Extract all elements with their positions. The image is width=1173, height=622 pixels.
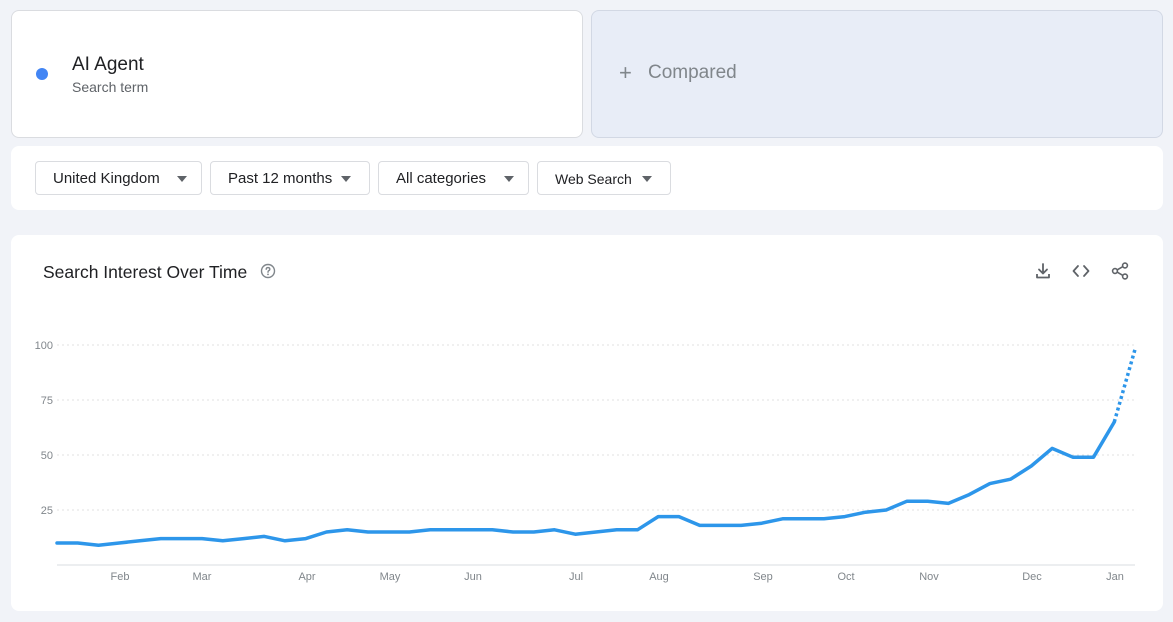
x-tick-label: Jun bbox=[464, 571, 482, 583]
x-tick-label: Dec bbox=[1022, 571, 1042, 583]
x-tick-label: Aug bbox=[649, 571, 669, 583]
x-tick-label: Nov bbox=[919, 571, 939, 583]
series-line bbox=[55, 420, 1117, 547]
x-tick-label: May bbox=[380, 571, 401, 583]
x-tick-label: Feb bbox=[111, 571, 130, 583]
x-tick-label: Jul bbox=[569, 571, 583, 583]
x-tick-label: Jan bbox=[1106, 571, 1124, 583]
y-tick-label: 25 bbox=[41, 505, 53, 517]
y-tick-label: 75 bbox=[41, 395, 53, 407]
x-tick-label: Oct bbox=[837, 571, 854, 583]
x-tick-label: Sep bbox=[753, 571, 773, 583]
x-tick-label: Mar bbox=[193, 571, 212, 583]
y-tick-label: 100 bbox=[35, 340, 53, 352]
series-partial-segment bbox=[1112, 348, 1137, 423]
search-interest-chart: 25 50 75 100 Feb Mar Apr May Jun Jul Aug Sep Oct Nov D… bbox=[35, 340, 1137, 583]
y-tick-label: 50 bbox=[41, 450, 53, 462]
x-tick-label: Apr bbox=[298, 571, 315, 583]
